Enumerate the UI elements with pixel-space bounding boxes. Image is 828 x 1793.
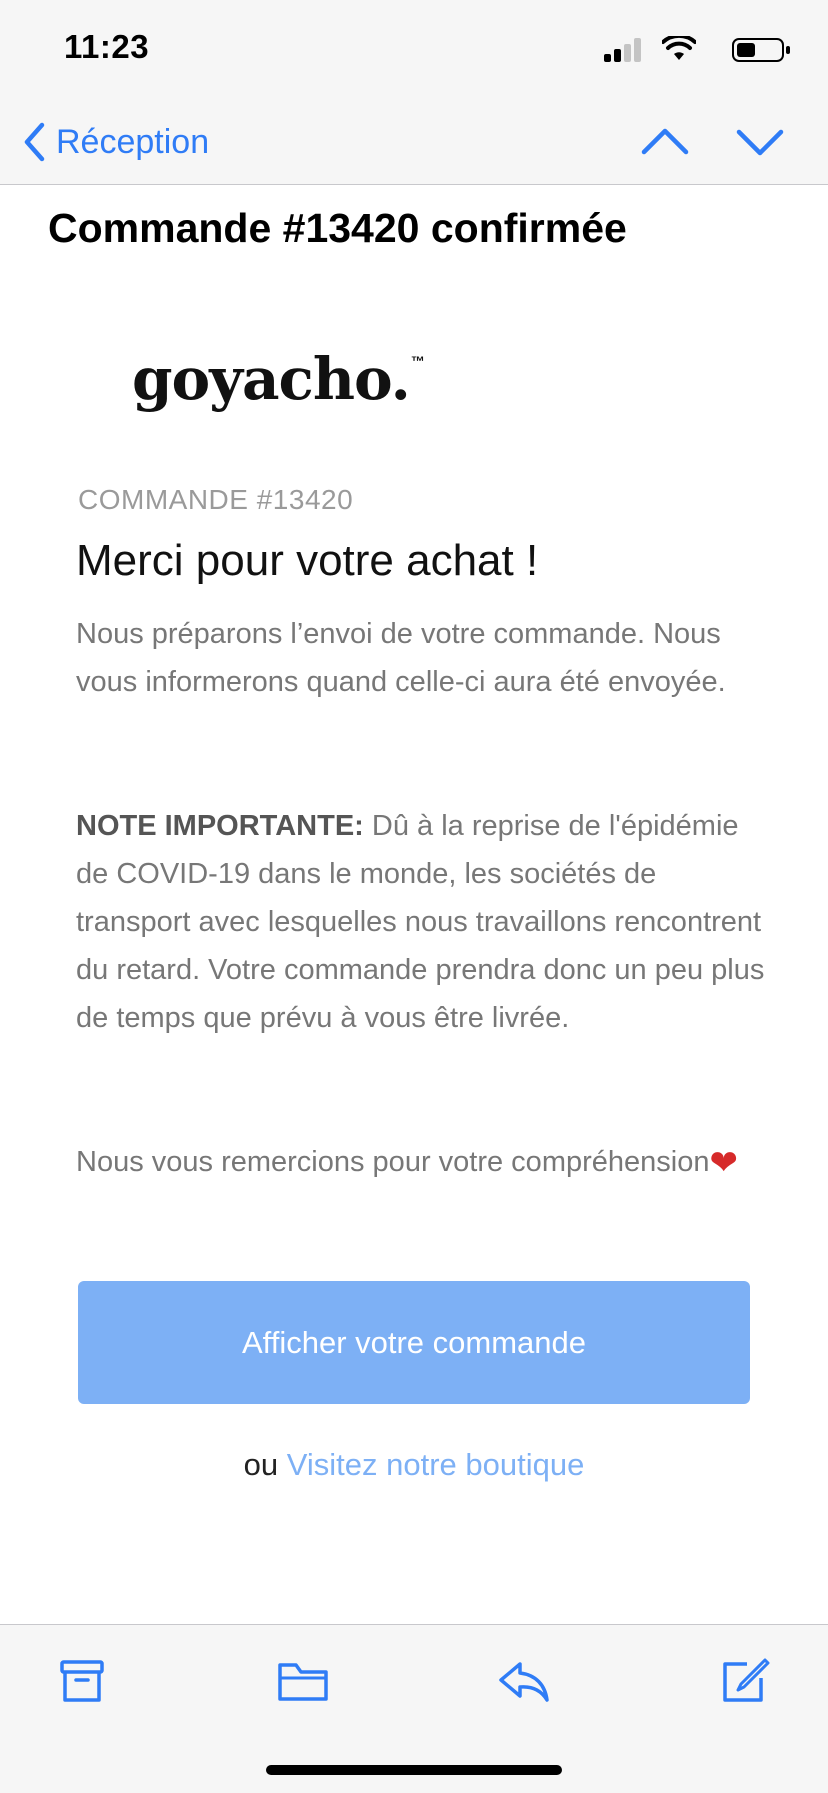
view-order-button[interactable]: Afficher votre commande — [78, 1281, 750, 1404]
closing-text: Nous vous remercions pour votre compréhe… — [76, 1146, 710, 1178]
important-note: NOTE IMPORTANTE: Dû à la reprise de l'ép… — [76, 802, 776, 1042]
chevron-left-icon — [24, 122, 45, 162]
back-label: Réception — [56, 122, 210, 161]
mail-nav-bar: Réception — [0, 100, 828, 185]
logo-text: goyacho. — [132, 345, 411, 413]
battery-icon — [732, 38, 790, 62]
reply-icon[interactable] — [498, 1658, 550, 1704]
store-line: ou Visitez notre boutique — [0, 1447, 828, 1483]
status-icons — [592, 34, 792, 64]
folder-icon[interactable] — [277, 1658, 329, 1704]
note-text: Dû à la reprise de l'épidémie de COVID-1… — [76, 810, 765, 1034]
trademark-mark: ™ — [410, 353, 425, 369]
visit-store-link[interactable]: Visitez notre boutique — [287, 1447, 585, 1482]
note-label: NOTE IMPORTANTE: — [76, 810, 364, 842]
order-number-label: COMMANDE #13420 — [78, 484, 354, 515]
closing-paragraph: Nous vous remercions pour votre compréhe… — [76, 1138, 776, 1187]
chevron-up-icon[interactable] — [640, 122, 690, 162]
signal-icon — [604, 38, 644, 62]
shipping-paragraph: Nous préparons l’envoi de votre commande… — [76, 618, 726, 698]
heart-icon: ❤ — [709, 1144, 738, 1182]
brand-logo: goyacho.™ — [132, 345, 425, 413]
status-time: 11:23 — [64, 28, 150, 65]
archive-icon[interactable] — [56, 1658, 108, 1704]
back-button[interactable]: Réception — [22, 120, 209, 164]
home-indicator[interactable] — [266, 1765, 562, 1775]
thanks-heading: Merci pour votre achat ! — [76, 536, 539, 585]
status-bar: 11:23 — [0, 0, 828, 100]
or-text: ou — [243, 1447, 287, 1482]
wifi-icon — [662, 36, 696, 60]
compose-icon[interactable] — [719, 1658, 771, 1704]
email-subject: Commande #13420 confirmée — [48, 205, 627, 251]
chevron-down-icon[interactable] — [735, 122, 785, 162]
